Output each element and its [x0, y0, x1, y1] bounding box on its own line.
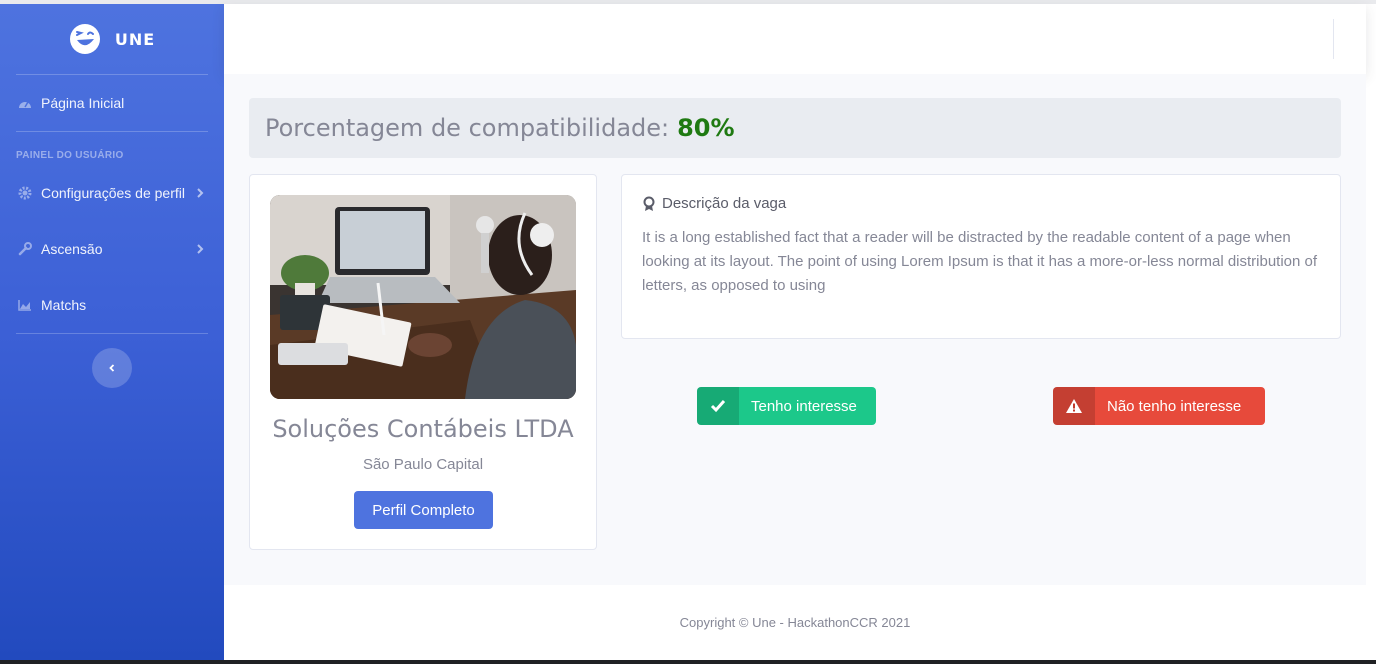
copyright-text: Copyright © Une - HackathonCCR 2021 — [679, 615, 911, 630]
brand[interactable]: UNE — [0, 4, 224, 74]
company-name: Soluções Contábeis LTDA — [272, 415, 574, 443]
compatibility-label: Porcentagem de compatibilidade: — [265, 114, 670, 142]
compatibility-banner: Porcentagem de compatibilidade: 80% — [249, 98, 1341, 158]
brand-name: UNE — [114, 29, 156, 49]
not-interested-label: Não tenho interesse — [1107, 397, 1242, 415]
job-description-card: Descrição da vaga It is a long establish… — [621, 174, 1341, 339]
sidebar-item-label: Configurações de perfil — [41, 185, 185, 201]
interested-button[interactable]: Tenho interesse — [697, 387, 876, 425]
sidebar-item-label: Página Inicial — [41, 95, 125, 111]
check-icon — [697, 387, 739, 425]
sidebar-item-profile-settings[interactable]: Configurações de perfil — [0, 165, 224, 221]
footer: Copyright © Une - HackathonCCR 2021 — [224, 585, 1366, 660]
company-card: Soluções Contábeis LTDA São Paulo Capita… — [249, 174, 597, 550]
sidebar-divider — [16, 333, 208, 334]
interested-label: Tenho interesse — [751, 397, 857, 415]
job-description-heading: Descrição da vaga — [642, 195, 1320, 212]
wrench-icon — [16, 242, 34, 256]
sidebar-item-matchs[interactable]: Matchs — [0, 277, 224, 333]
main-content: Porcentagem de compatibilidade: 80% Solu… — [224, 74, 1366, 585]
sidebar-item-label: Matchs — [41, 297, 87, 313]
bottom-strip — [0, 660, 1376, 664]
chevron-right-icon — [197, 188, 204, 198]
sidebar: UNE Página Inicial PAINEL DO USUÁRIO Con… — [0, 4, 224, 660]
chevron-right-icon — [197, 244, 204, 254]
not-interested-button[interactable]: Não tenho interesse — [1053, 387, 1265, 425]
app-window: UNE Página Inicial PAINEL DO USUÁRIO Con… — [0, 0, 1376, 664]
sidebar-toggle-button[interactable] — [92, 348, 132, 388]
job-description-text: It is a long established fact that a rea… — [642, 229, 1318, 294]
dashboard-icon — [16, 96, 34, 110]
full-profile-button[interactable]: Perfil Completo — [354, 491, 493, 529]
job-description-title: Descrição da vaga — [662, 195, 787, 212]
compatibility-value: 80% — [677, 114, 735, 142]
topbar — [224, 4, 1366, 74]
company-photo — [270, 195, 576, 399]
gear-icon — [16, 186, 34, 200]
sidebar-item-label: Ascensão — [41, 241, 103, 257]
company-location: São Paulo Capital — [362, 456, 484, 473]
chevron-left-icon — [109, 364, 115, 372]
sidebar-item-home[interactable]: Página Inicial — [0, 75, 224, 131]
laughing-face-icon — [69, 24, 100, 54]
sidebar-item-ascensao[interactable]: Ascensão — [0, 221, 224, 277]
sidebar-heading: PAINEL DO USUÁRIO — [16, 150, 124, 161]
topbar-divider — [1333, 19, 1334, 59]
award-icon — [643, 196, 655, 211]
area-chart-icon — [16, 298, 34, 312]
warning-icon — [1053, 387, 1095, 425]
